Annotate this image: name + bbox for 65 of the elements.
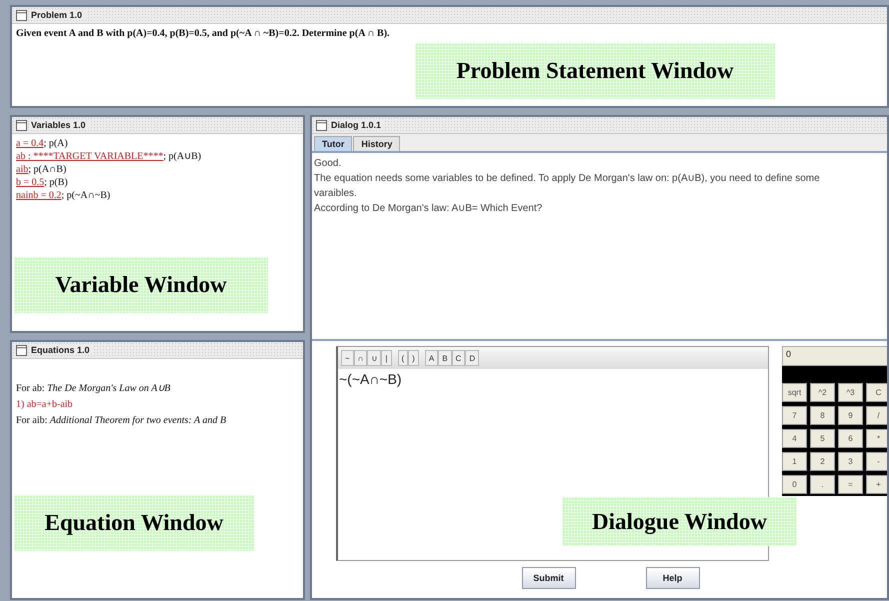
calculator-key[interactable]: - (866, 452, 887, 471)
variable-description: ; p(B) (44, 177, 68, 188)
variable-link[interactable]: ab : ****TARGET VARIABLE**** (16, 151, 164, 162)
expression-input[interactable]: ~(~A∩~B) (338, 369, 403, 389)
calculator-key[interactable]: 4 (782, 429, 807, 448)
variable-description: ; p(~A∩~B) (61, 190, 110, 201)
calculator-key[interactable]: 1 (782, 452, 807, 471)
tutor-message: According to De Morgan's law: A∪B= Which Event? (314, 202, 544, 216)
symbol-button[interactable]: | (381, 350, 392, 366)
tab[interactable]: History (353, 136, 400, 151)
dialog-button[interactable]: Help (646, 567, 700, 589)
annotation-label: Problem Statement Window (415, 43, 775, 99)
calculator-key[interactable]: = (838, 475, 863, 494)
calculator-key[interactable]: 8 (810, 406, 835, 425)
calculator-key[interactable]: + (866, 475, 887, 494)
calculator-key[interactable]: 9 (838, 406, 863, 425)
calculator-key[interactable]: 0 (782, 475, 807, 494)
calculator-key[interactable]: 5 (810, 429, 835, 448)
equation-line: 1) ab=a+b-aib (16, 398, 74, 412)
calculator-key[interactable]: / (866, 406, 887, 425)
variable-description: ; p(A∪B) (163, 151, 202, 162)
calculator-key[interactable]: 6 (838, 429, 863, 448)
variable-description: ; p(A) (44, 138, 68, 149)
annotation-label: Variable Window (14, 257, 268, 313)
variable-link[interactable]: b = 0.5 (16, 177, 44, 188)
window-icon (316, 120, 327, 130)
calculator-key[interactable]: sqrt (782, 383, 807, 402)
calculator-key[interactable]: . (810, 475, 835, 494)
symbol-button[interactable]: ( (398, 350, 408, 366)
equation-note: For ab: The De Morgan's Law on A∪B (16, 382, 172, 396)
variable-link[interactable]: aib (16, 164, 28, 175)
symbol-button[interactable]: B (438, 350, 452, 366)
window-icon (16, 120, 27, 130)
symbol-button[interactable]: ∪ (367, 350, 382, 366)
calculator-display: 0 (782, 346, 887, 366)
tutor-message: The equation needs some variables to be defined. To apply De Morgan's law on: p(A∪B), you need to define some varaibles. (314, 172, 821, 201)
calculator-key[interactable]: 3 (838, 452, 863, 471)
variable-link[interactable]: a = 0.4 (16, 138, 44, 149)
calculator-key[interactable]: * (866, 429, 887, 448)
dialog-button[interactable]: Submit (522, 567, 576, 589)
symbol-button[interactable]: ∩ (354, 350, 368, 366)
tab[interactable]: Tutor (314, 136, 352, 151)
problem-statement: Given event A and B with p(A)=0.4, p(B)=0.5, and p(~A ∩ ~B)=0.2. Determine p(A ∩ B). (16, 28, 391, 39)
symbol-button[interactable]: A (424, 350, 438, 366)
calculator-key[interactable]: 7 (782, 406, 807, 425)
calculator-key[interactable]: C (866, 383, 887, 402)
window-icon (16, 10, 27, 20)
variable-link[interactable]: nainb = 0.2 (16, 190, 62, 201)
annotation-label: Equation Window (14, 495, 254, 551)
window-icon (16, 344, 27, 356)
window-title: Problem 1.0 (31, 10, 86, 20)
symbol-button[interactable]: ~ (341, 350, 354, 366)
calculator-key[interactable]: ^2 (810, 383, 835, 402)
window-title: Equations 1.0 (31, 345, 94, 355)
symbol-button[interactable]: C (452, 350, 466, 366)
symbol-button[interactable]: ) (408, 350, 419, 366)
symbol-button[interactable]: D (465, 350, 480, 366)
calculator-key[interactable]: ^3 (838, 383, 863, 402)
calculator-key[interactable]: 2 (810, 452, 835, 471)
annotation-label: Dialogue Window (562, 497, 797, 546)
window-title: Dialog 1.0.1 (331, 120, 386, 130)
window-title: Variables 1.0 (31, 120, 90, 130)
equation-note: For aib: Additional Theorem for two events: A and B (16, 414, 228, 428)
tutor-message: Good. (314, 157, 342, 171)
variable-description: ; p(A∩B) (28, 164, 66, 175)
